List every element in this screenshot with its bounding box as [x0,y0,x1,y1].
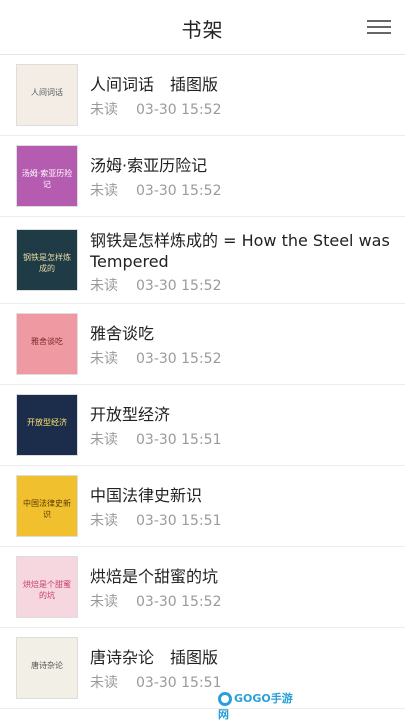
added-time: 03-30 15:52 [136,351,222,367]
book-item[interactable]: 开放型经济 开放型经济 未读 03-30 15:51 [0,385,405,466]
cover-title: 开放型经济 [27,418,67,427]
book-meta: 未读 03-30 15:52 [90,591,221,611]
book-item[interactable]: 烘焙是个甜蜜的坑 烘焙是个甜蜜的坑 未读 03-30 15:52 [0,547,405,628]
book-title: 人间词话 插图版 [90,75,219,94]
cover-title: 烘焙是个甜蜜的坑 [23,580,71,600]
added-time: 03-30 15:52 [136,278,222,294]
book-meta: 未读 03-30 15:51 [90,672,221,692]
logo-ring-icon [218,692,232,706]
book-title: 开放型经济 [90,405,171,424]
book-cover: 中国法律史新识 [16,475,78,537]
app-header: 书架 [0,0,405,55]
read-status: 未读 [90,675,118,691]
book-cover: 开放型经济 [16,394,78,456]
read-status: 未读 [90,594,118,610]
added-time: 03-30 15:52 [136,102,222,118]
book-meta: 未读 03-30 15:52 [90,99,221,119]
book-title: 雅舍谈吃 [90,324,155,343]
bookshelf-list: 人间词话 人间词话 插图版 未读 03-30 15:52 汤姆·索亚历险记 汤姆·… [0,55,405,709]
book-meta: 未读 03-30 15:52 [90,348,221,368]
added-time: 03-30 15:51 [136,675,222,691]
cover-title: 中国法律史新识 [23,499,71,519]
read-status: 未读 [90,102,118,118]
added-time: 03-30 15:52 [136,183,222,199]
book-item[interactable]: 汤姆·索亚历险记 汤姆·索亚历险记 未读 03-30 15:52 [0,136,405,217]
book-title: 烘焙是个甜蜜的坑 [90,567,219,586]
read-status: 未读 [90,513,118,529]
cover-title: 雅舍谈吃 [31,337,63,346]
cover-title: 人间词话 [31,88,63,97]
book-title: 钢铁是怎样炼成的 = How the Steel was Tempered [90,231,390,271]
book-item[interactable]: 人间词话 人间词话 插图版 未读 03-30 15:52 [0,55,405,136]
watermark-logo: GOGO手游网 [218,690,302,721]
book-meta: 未读 03-30 15:52 [90,180,221,200]
added-time: 03-30 15:51 [136,432,222,448]
book-cover: 唐诗杂论 [16,637,78,699]
added-time: 03-30 15:52 [136,594,222,610]
book-item[interactable]: 中国法律史新识 中国法律史新识 未读 03-30 15:51 [0,466,405,547]
book-meta: 未读 03-30 15:51 [90,429,221,449]
cover-title: 钢铁是怎样炼成的 [23,253,71,273]
book-title: 唐诗杂论 插图版 [90,648,219,667]
read-status: 未读 [90,278,118,294]
page-title: 书架 [181,18,224,42]
book-cover: 钢铁是怎样炼成的 [16,229,78,291]
read-status: 未读 [90,432,118,448]
book-meta: 未读 03-30 15:52 [90,275,221,295]
added-time: 03-30 15:51 [136,513,222,529]
cover-title: 汤姆·索亚历险记 [21,169,73,189]
read-status: 未读 [90,183,118,199]
book-cover: 汤姆·索亚历险记 [16,145,78,207]
book-cover: 雅舍谈吃 [16,313,78,375]
book-cover: 烘焙是个甜蜜的坑 [16,556,78,618]
book-meta: 未读 03-30 15:51 [90,510,221,530]
book-item[interactable]: 雅舍谈吃 雅舍谈吃 未读 03-30 15:52 [0,304,405,385]
book-title: 中国法律史新识 [90,486,203,505]
read-status: 未读 [90,351,118,367]
cover-title: 唐诗杂论 [31,661,63,670]
hamburger-menu-icon[interactable] [367,16,391,38]
book-item[interactable]: 唐诗杂论 唐诗杂论 插图版 未读 03-30 15:51 [0,628,405,709]
book-item[interactable]: 钢铁是怎样炼成的 钢铁是怎样炼成的 = How the Steel was Te… [0,217,405,304]
book-cover: 人间词话 [16,64,78,126]
book-title: 汤姆·索亚历险记 [90,156,208,175]
